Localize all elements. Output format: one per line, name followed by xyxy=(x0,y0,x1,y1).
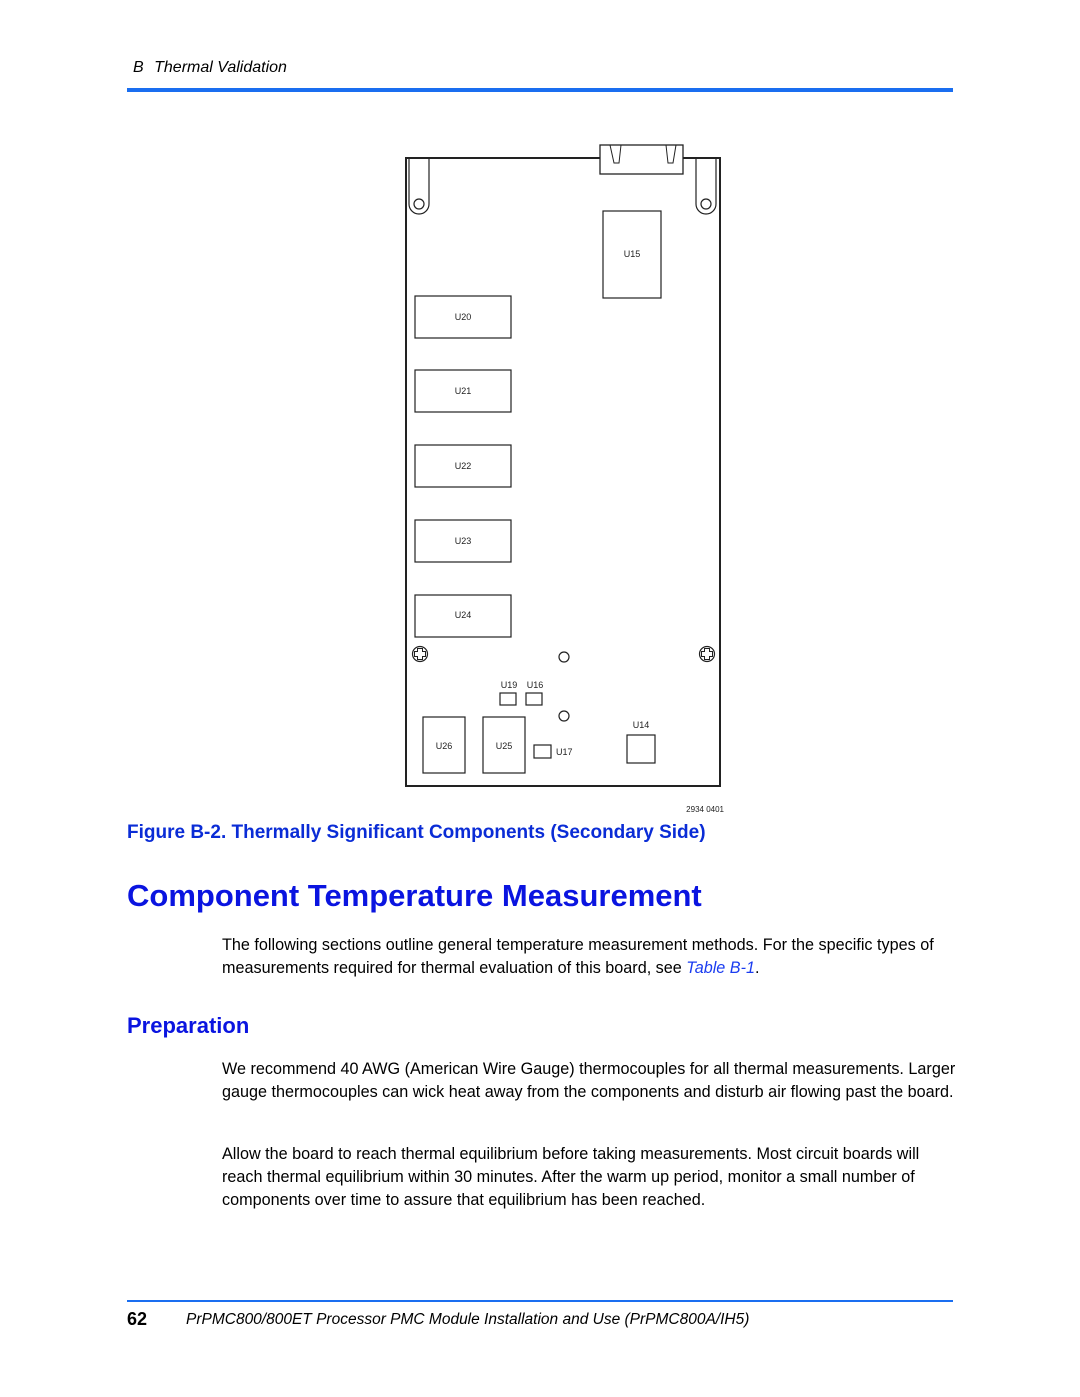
table-b1-link[interactable]: Table B-1 xyxy=(686,959,755,977)
component-u19 xyxy=(499,692,517,706)
drawing-number: 2934 0401 xyxy=(686,805,724,814)
component-u14 xyxy=(626,734,656,764)
footer-doc-title: PrPMC800/800ET Processor PMC Module Inst… xyxy=(186,1311,750,1328)
label-u20: U20 xyxy=(455,312,472,322)
footer-rule xyxy=(127,1300,953,1302)
label-u19: U19 xyxy=(501,680,518,690)
board-outline xyxy=(405,157,721,787)
label-u17: U17 xyxy=(556,747,573,757)
intro-text: The following sections outline general t… xyxy=(222,936,934,977)
label-u15: U15 xyxy=(624,249,641,259)
section-heading: Component Temperature Measurement xyxy=(127,878,702,913)
header-rule xyxy=(127,88,953,92)
board-diagram: U15 U20 U21 U22 U23 U24 U19 U16 U26 U25 … xyxy=(400,140,730,820)
figure-caption: Figure B-2. Thermally Significant Compon… xyxy=(127,822,706,843)
preparation-paragraph-1: We recommend 40 AWG (American Wire Gauge… xyxy=(222,1060,956,1101)
screw-hole-right xyxy=(698,645,716,663)
running-header: B Thermal Validation xyxy=(133,59,287,77)
mounting-hole xyxy=(558,651,570,663)
connector xyxy=(599,144,684,175)
label-u23: U23 xyxy=(455,536,472,546)
label-u24: U24 xyxy=(455,610,472,620)
intro-paragraph: The following sections outline general t… xyxy=(222,934,962,980)
label-u21: U21 xyxy=(455,386,472,396)
left-mounting-slot xyxy=(408,158,430,215)
label-u22: U22 xyxy=(455,461,472,471)
screw-hole-left xyxy=(411,645,429,663)
intro-end: . xyxy=(755,959,760,977)
subsection-heading: Preparation xyxy=(127,1013,250,1038)
section-letter: B xyxy=(133,59,144,76)
label-u16: U16 xyxy=(527,680,544,690)
preparation-paragraph-2: Allow the board to reach thermal equilib… xyxy=(222,1145,920,1209)
component-u17 xyxy=(533,744,552,759)
page-number: 62 xyxy=(127,1309,148,1329)
label-u14: U14 xyxy=(633,720,650,730)
label-u25: U25 xyxy=(496,741,513,751)
right-mounting-slot xyxy=(695,158,717,215)
mounting-hole xyxy=(558,710,570,722)
component-u16 xyxy=(525,692,543,706)
section-title: Thermal Validation xyxy=(154,59,287,76)
label-u26: U26 xyxy=(436,741,453,751)
